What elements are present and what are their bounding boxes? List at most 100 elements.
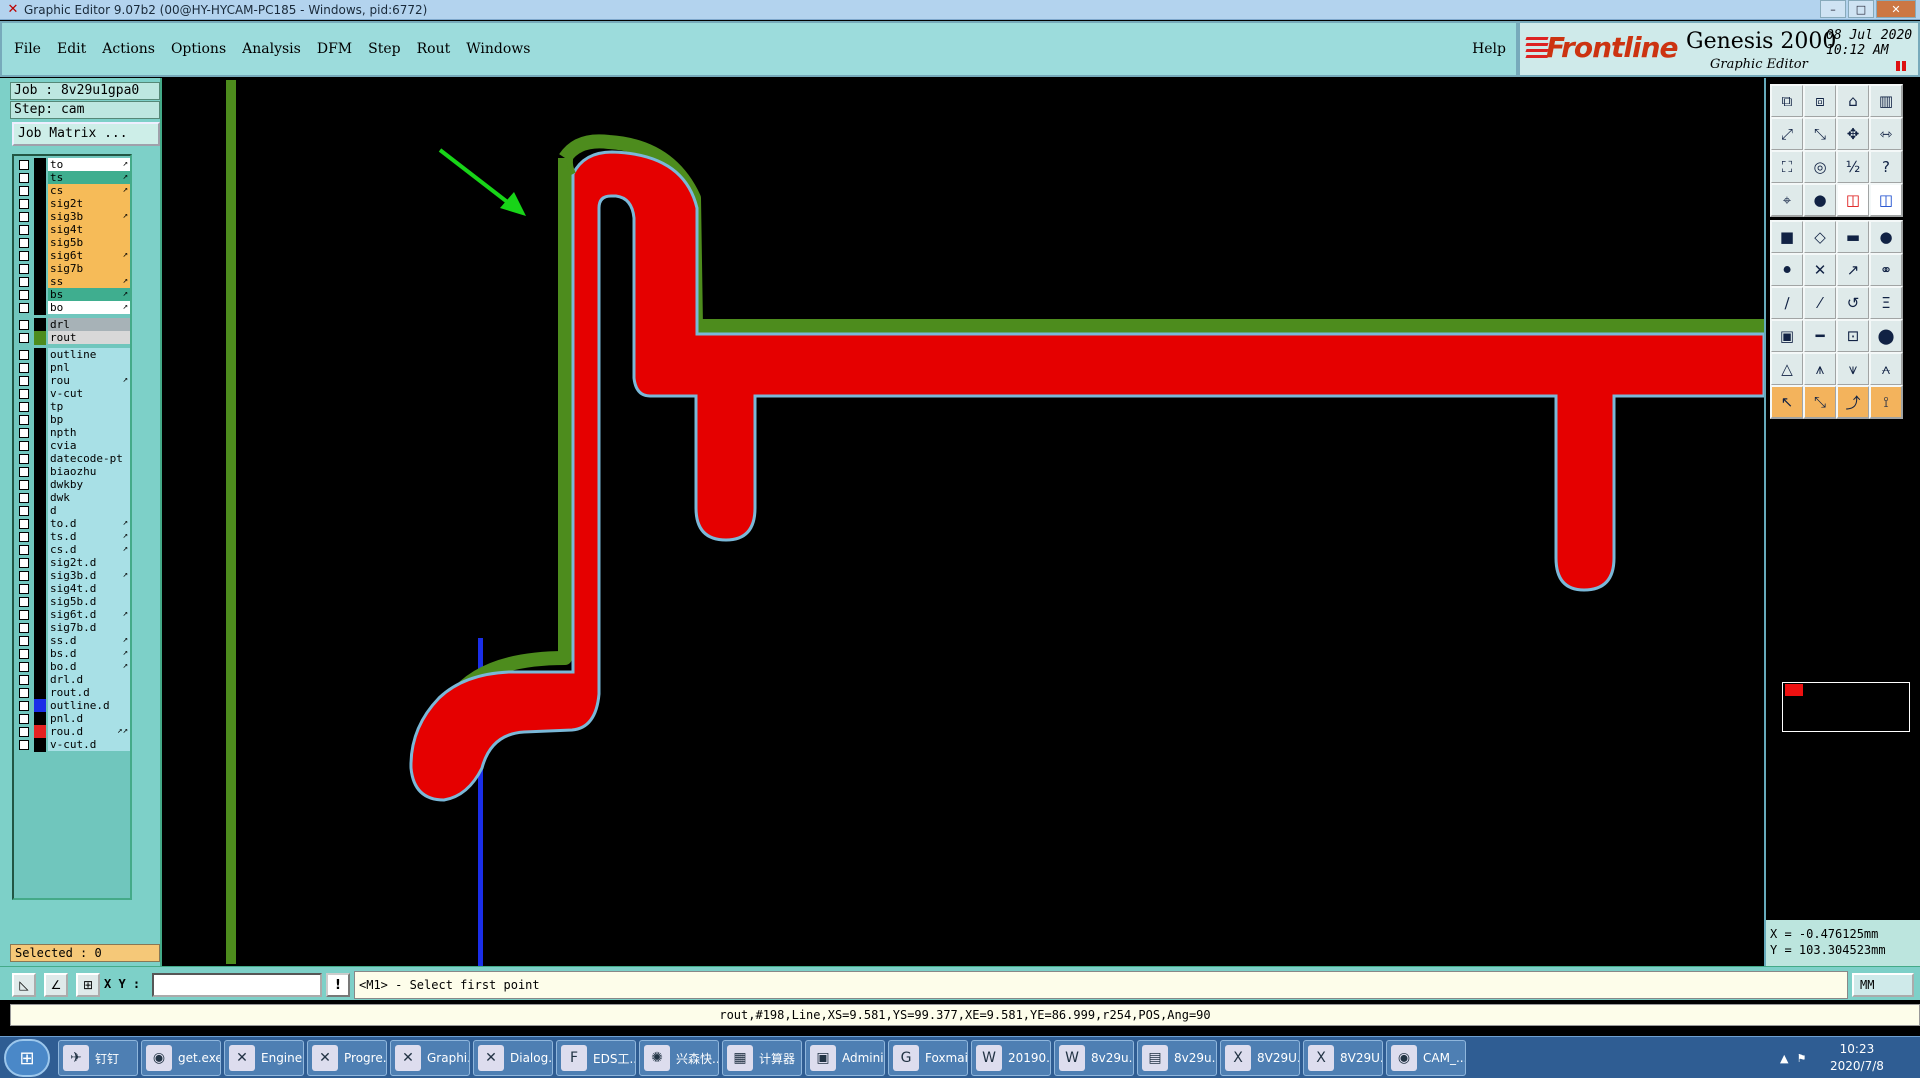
layer-row[interactable]: sig7b.d [16,621,130,635]
taskbar-item[interactable]: X 8V29U... [1220,1040,1300,1076]
layer-color-swatch[interactable] [34,738,46,752]
taskbar-item[interactable]: ▦ 计算器 [722,1040,802,1076]
layer-color-swatch[interactable] [34,249,46,263]
xy-input[interactable] [152,973,322,997]
menu-help[interactable]: Help [1472,41,1506,57]
taskbar-item[interactable]: W 20190... [971,1040,1051,1076]
ruler-icon[interactable]: ▬ [1836,220,1870,254]
layer-color-swatch[interactable] [34,712,46,726]
layer-checkbox[interactable] [19,688,29,698]
layer-color-swatch[interactable] [34,348,46,362]
layer-color-swatch[interactable] [34,426,46,440]
layer-name[interactable]: sig6t ↗ [48,249,130,262]
menu-dfm[interactable]: DFM [317,41,352,57]
zoom-in-icon[interactable]: ⤢ [1770,117,1804,151]
layer-row[interactable]: ts.d ↗ [16,530,130,544]
execute-button[interactable]: ! [326,973,350,997]
layer-checkbox[interactable] [19,714,29,724]
layer-name[interactable]: to.d ↗ [48,517,130,530]
layer-row[interactable]: cvia [16,439,130,453]
layer-checkbox[interactable] [19,662,29,672]
layer-row[interactable]: cs.d ↗ [16,543,130,557]
triangle-icon[interactable]: △ [1770,352,1804,386]
layer-color-swatch[interactable] [34,699,46,713]
layer-row[interactable]: rout [16,331,130,345]
layer-checkbox[interactable] [19,597,29,607]
taskbar-item[interactable]: ✕ Dialog... [473,1040,553,1076]
layer-color-swatch[interactable] [34,569,46,583]
menu-edit[interactable]: Edit [57,41,86,57]
taskbar-item[interactable]: X 8V29U... [1303,1040,1383,1076]
maximize-button[interactable]: □ [1848,0,1874,18]
measure-icon[interactable]: ● [1803,183,1837,217]
layer-checkbox[interactable] [19,558,29,568]
layer-row[interactable]: bp [16,413,130,427]
layer-color-swatch[interactable] [34,223,46,237]
layer-name[interactable]: cs.d ↗ [48,543,130,556]
layer-name[interactable]: dwk [48,491,130,504]
layer-row[interactable]: datecode-pt [16,452,130,466]
layer-color-swatch[interactable] [34,491,46,505]
round-icon[interactable]: ⬤ [1869,319,1903,353]
layer-row[interactable]: bs.d ↗ [16,647,130,661]
layer-checkbox[interactable] [19,225,29,235]
layer-name[interactable]: sig4t [48,223,130,236]
layer-color-swatch[interactable] [34,184,46,198]
layer-name[interactable]: ss.d ↗ [48,634,130,647]
layer-checkbox[interactable] [19,454,29,464]
taskbar-item[interactable]: ✕ Graphi... [390,1040,470,1076]
layer-checkbox[interactable] [19,277,29,287]
layer-color-swatch[interactable] [34,197,46,211]
layer-name[interactable]: cs ↗ [48,184,130,197]
layer-row[interactable]: to ↗ [16,158,130,172]
taskbar-item[interactable]: F EDS工... [556,1040,636,1076]
layer-row[interactable]: biaozhu [16,465,130,479]
layer-name[interactable]: outline [48,348,130,361]
taskbar-item[interactable]: W 8v29u... [1054,1040,1134,1076]
layer-color-swatch[interactable] [34,582,46,596]
layer-name[interactable]: sig3b.d ↗ [48,569,130,582]
layer-row[interactable]: dwk [16,491,130,505]
layer-row[interactable]: sig7b [16,262,130,276]
layer-checkbox[interactable] [19,740,29,750]
flag-icon[interactable]: ⚑ [1796,1052,1806,1065]
layer-checkbox[interactable] [19,333,29,343]
layer-row[interactable]: rout.d [16,686,130,700]
layer-checkbox[interactable] [19,264,29,274]
layer-row[interactable]: dwkby [16,478,130,492]
menu-rout[interactable]: Rout [417,41,451,57]
layer-checkbox[interactable] [19,389,29,399]
layer-checkbox[interactable] [19,199,29,209]
taskbar-item[interactable]: ✕ Progre... [307,1040,387,1076]
layer-row[interactable]: pnl [16,361,130,375]
layer-name[interactable]: to ↗ [48,158,130,171]
layer-name[interactable]: rout.d [48,686,130,699]
layer-checkbox[interactable] [19,493,29,503]
layer-name[interactable]: sig5b.d [48,595,130,608]
slash-icon[interactable]: ⁄ [1803,286,1837,320]
layer-row[interactable]: sig6t ↗ [16,249,130,263]
grid-icon[interactable]: ⊡ [1836,319,1870,353]
layer-row[interactable]: sig2t [16,197,130,211]
layer-color-swatch[interactable] [34,686,46,700]
taskbar-item[interactable]: ◉ get.exe [141,1040,221,1076]
layer-color-swatch[interactable] [34,504,46,518]
layer-checkbox[interactable] [19,350,29,360]
layer-name[interactable]: pnl.d [48,712,130,725]
pad-add-icon[interactable]: ▣ [1770,319,1804,353]
layer-checkbox[interactable] [19,519,29,529]
layer-name[interactable]: sig7b.d [48,621,130,634]
layer-checkbox[interactable] [19,545,29,555]
layer-color-swatch[interactable] [34,158,46,172]
grid-mode-icon[interactable]: ⊞ [76,973,100,997]
pause-icon[interactable] [1896,61,1906,71]
layer-color-swatch[interactable] [34,725,46,739]
select-box-icon[interactable]: ⤡ [1803,385,1837,419]
layer-checkbox[interactable] [19,238,29,248]
layer-row[interactable]: bo ↗ [16,301,130,315]
layer-color-swatch[interactable] [34,236,46,250]
menu-windows[interactable]: Windows [466,41,530,57]
start-button[interactable]: ⊞ [4,1039,50,1077]
layer-checkbox[interactable] [19,636,29,646]
layer-checkbox[interactable] [19,186,29,196]
